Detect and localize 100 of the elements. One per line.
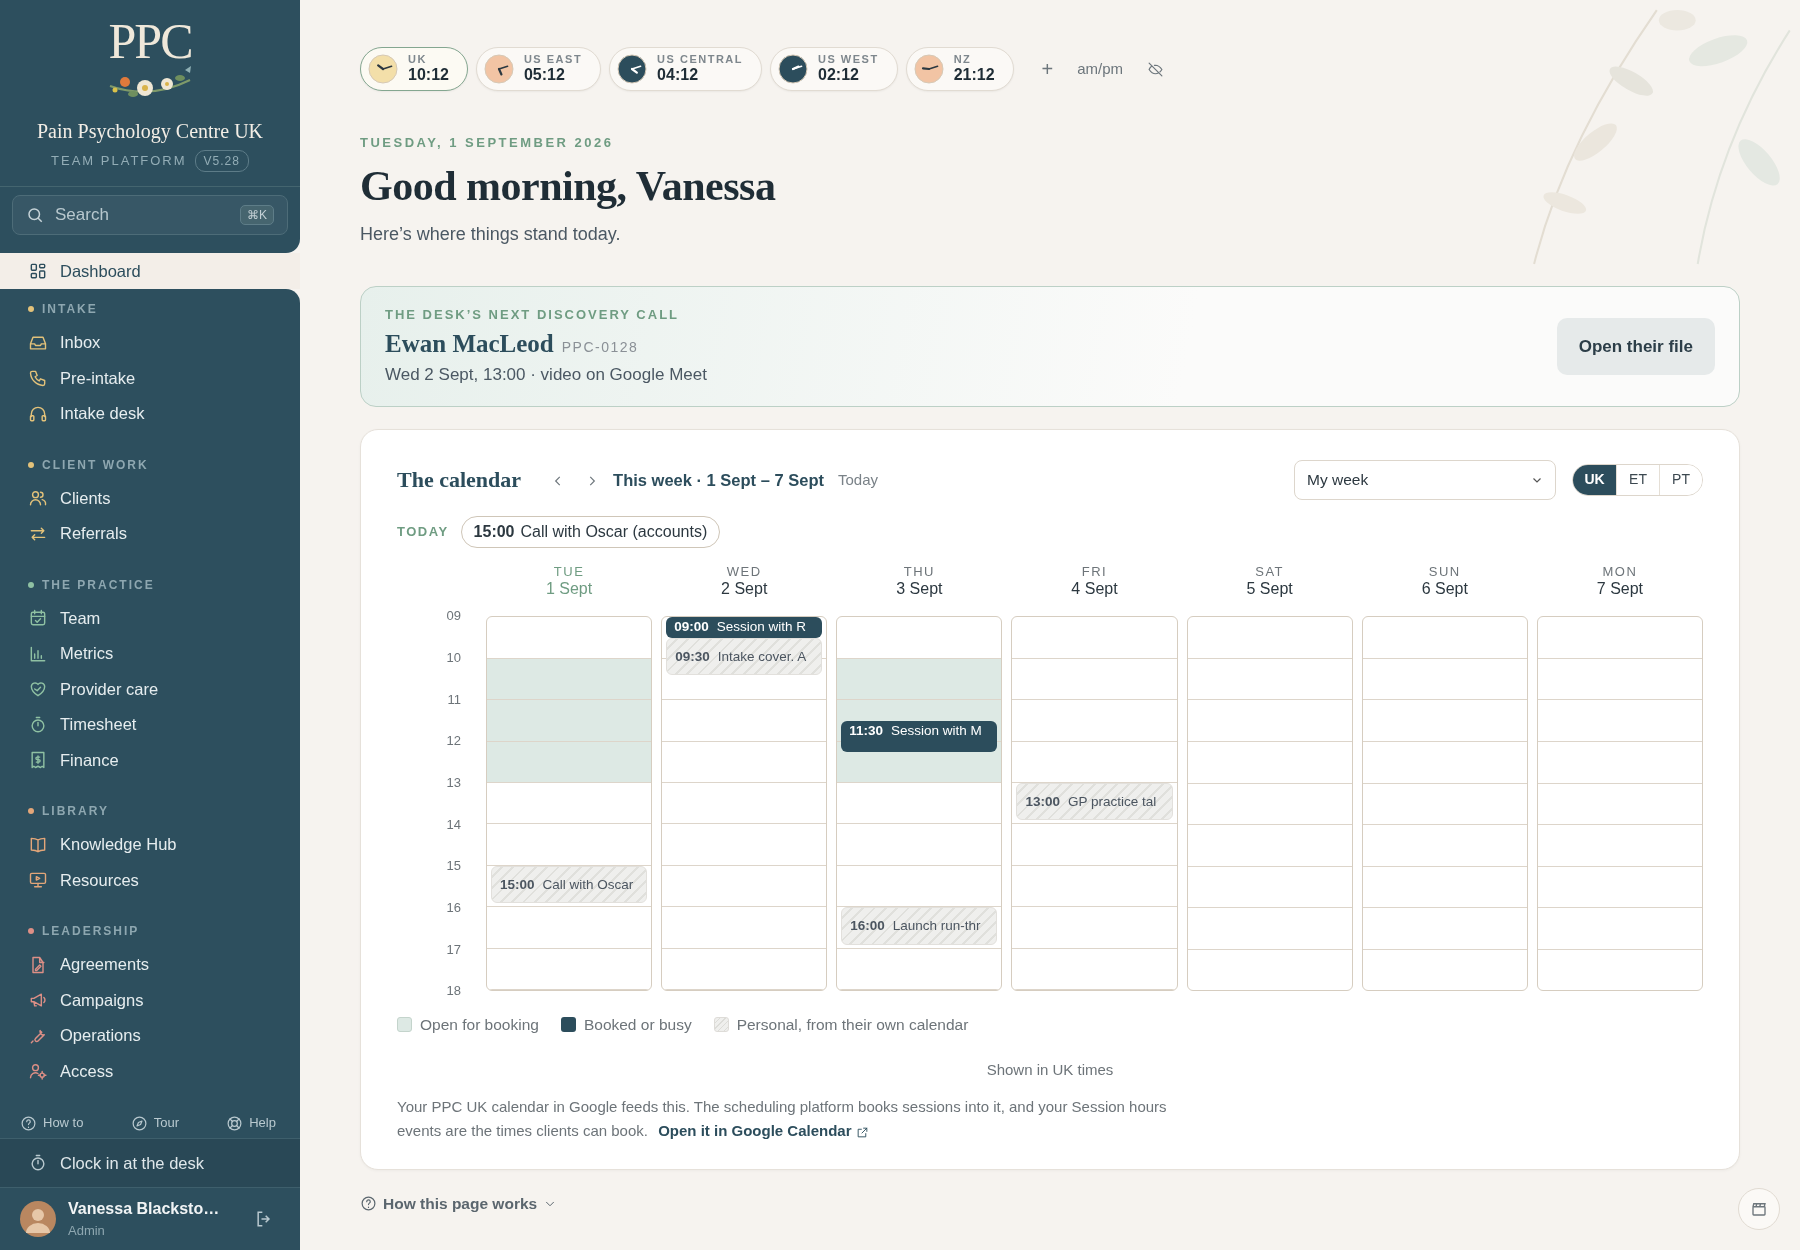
calendar-event[interactable]: 15:00 Call with Oscar — [491, 865, 648, 904]
add-clock-button[interactable]: + — [1037, 54, 1058, 84]
greeting-heading: Good morning, Vanessa — [360, 161, 777, 211]
nav-item[interactable]: Intake desk — [0, 396, 300, 432]
nav-item[interactable]: Timesheet — [0, 707, 300, 743]
legend-item: Booked or busy — [560, 1013, 692, 1037]
client-name: Ewan MacLeod — [385, 328, 554, 359]
timezone-clock[interactable]: UK 10:12 — [360, 47, 468, 91]
hour-label: 13 — [446, 774, 461, 791]
date-label: 4 Sept — [1070, 579, 1119, 600]
nav-item[interactable]: Resources — [0, 862, 300, 898]
organisation-name: Pain Psychology Centre UK — [35, 119, 265, 145]
open-file-button[interactable]: Open their file — [1556, 317, 1715, 376]
calendar-title: The calendar — [397, 466, 522, 495]
clock-icon — [778, 54, 808, 84]
week-range: This week · 1 Sept – 7 Sept — [613, 469, 824, 491]
weekday-label: SAT — [1254, 563, 1286, 580]
weekday-label: SUN — [1427, 563, 1462, 580]
search-icon — [26, 206, 44, 224]
footer-link[interactable]: Help — [226, 1113, 276, 1133]
nav-item[interactable]: Access — [0, 1053, 300, 1089]
intro-text: Here’s where things stand today. — [360, 222, 622, 246]
platform-label: TEAM PLATFORM — [51, 152, 187, 171]
hour-label: 16 — [446, 899, 461, 916]
clock-in-button[interactable]: Clock in at the desk — [0, 1138, 300, 1188]
compass-icon — [130, 1114, 148, 1132]
nav-item[interactable]: Pre-intake — [0, 360, 300, 396]
date-label: 1 Sept — [544, 579, 594, 600]
client-reference: PPC-0128 — [561, 337, 639, 357]
hour-label: 12 — [446, 733, 461, 750]
today-button[interactable]: Today — [832, 467, 884, 493]
section-heading: LEADERSHIP — [42, 923, 140, 940]
nav-item[interactable]: Finance — [0, 742, 300, 778]
timezone-clock[interactable]: US CENTRAL 04:12 — [609, 47, 762, 91]
nav-item[interactable]: Clients — [0, 480, 300, 516]
calendar-note: Your PPC UK calendar in Google feeds this. The scheduling platform books sessions into it, and your Session hours events are the times clients can book. Open it in Google Calendar — [397, 1097, 1167, 1142]
nav-item[interactable]: Inbox — [0, 325, 300, 361]
date-label: TUESDAY, 1 SEPTEMBER 2026 — [360, 134, 615, 152]
legend-item: Personal, from their own calendar — [713, 1013, 969, 1037]
footer-link[interactable]: How to — [20, 1113, 84, 1133]
timezone-tab[interactable]: UK — [1573, 464, 1616, 495]
hour-label: 15 — [446, 858, 461, 875]
shortcut-hint: ⌘K — [240, 205, 274, 225]
timezone-tab[interactable]: PT — [1659, 464, 1702, 495]
hour-label: 11 — [447, 691, 461, 708]
receipt-icon — [28, 750, 48, 771]
eye-off-icon — [1147, 61, 1165, 79]
logo-text: PPC — [108, 16, 192, 66]
timezone-clock[interactable]: NZ 21:12 — [905, 47, 1014, 91]
nav-item[interactable]: Dashboard — [0, 253, 300, 289]
calendar-event[interactable]: 11:30 Session with M — [841, 720, 998, 752]
date-label: 7 Sept — [1595, 579, 1645, 600]
section-heading: INTAKE — [42, 301, 98, 318]
calendar-event[interactable]: 13:00 GP practice tal — [1016, 783, 1173, 821]
weekday-label: TUE — [552, 563, 586, 580]
lifebuoy-icon — [226, 1114, 244, 1132]
nav-item[interactable]: Campaigns — [0, 982, 300, 1018]
date-label: 3 Sept — [895, 579, 944, 600]
time-format-toggle[interactable]: am/pm — [1073, 57, 1128, 81]
nav-item[interactable]: Operations — [0, 1018, 300, 1054]
user-gear-icon — [28, 1061, 48, 1082]
avatar — [20, 1201, 56, 1237]
calendar-event[interactable]: 16:00 Launch run-thr — [841, 907, 998, 945]
weekday-label: THU — [902, 563, 936, 580]
section-heading: LIBRARY — [42, 803, 109, 820]
timezone-clock[interactable]: US EAST 05:12 — [475, 47, 602, 91]
timezone-clock[interactable]: US WEST 02:12 — [770, 47, 898, 91]
date-label: 2 Sept — [720, 579, 769, 600]
footer-link[interactable]: Tour — [130, 1113, 179, 1133]
media-button[interactable] — [1738, 1188, 1780, 1230]
today-event[interactable]: 15:00 Call with Oscar (accounts) — [460, 515, 721, 548]
calendar-event[interactable]: 09:00 Session with R — [666, 617, 823, 638]
google-calendar-link[interactable]: Open it in Google Calendar — [658, 1122, 869, 1140]
hour-label: 17 — [446, 941, 461, 958]
phone-icon — [28, 368, 48, 389]
help-toggle[interactable]: How this page works — [360, 1192, 558, 1216]
nav-item[interactable]: Referrals — [0, 516, 300, 552]
user-name: Vanessa Blacksto… — [68, 1199, 221, 1220]
today-label: TODAY — [397, 523, 449, 542]
hour-label: 14 — [446, 816, 461, 833]
call-details: Wed 2 Sept, 13:00 · video on Google Meet — [385, 364, 707, 387]
hour-label: 10 — [446, 649, 461, 666]
date-label: 5 Sept — [1245, 579, 1294, 600]
nav-item[interactable]: Agreements — [0, 947, 300, 983]
view-dropdown[interactable]: My week — [1294, 459, 1556, 500]
help-icon — [20, 1114, 37, 1132]
weekday-label: WED — [725, 563, 763, 580]
nav-item[interactable]: Metrics — [0, 636, 300, 672]
user-role: Admin — [68, 1222, 106, 1241]
date-label: 6 Sept — [1420, 579, 1469, 600]
hour-label: 09 — [446, 608, 461, 625]
help-icon — [360, 1195, 377, 1213]
clock-icon — [617, 54, 648, 84]
clapperboard-icon — [1750, 1200, 1768, 1218]
calendar-event[interactable]: 09:30 Intake cover. A — [666, 638, 823, 676]
nav-item[interactable]: Knowledge Hub — [0, 827, 300, 863]
nav-item[interactable]: Team — [0, 600, 300, 636]
card-label: THE DESK’S NEXT DISCOVERY CALL — [385, 306, 681, 325]
nav-item[interactable]: Provider care — [0, 671, 300, 707]
section-heading: THE PRACTICE — [42, 576, 155, 594]
